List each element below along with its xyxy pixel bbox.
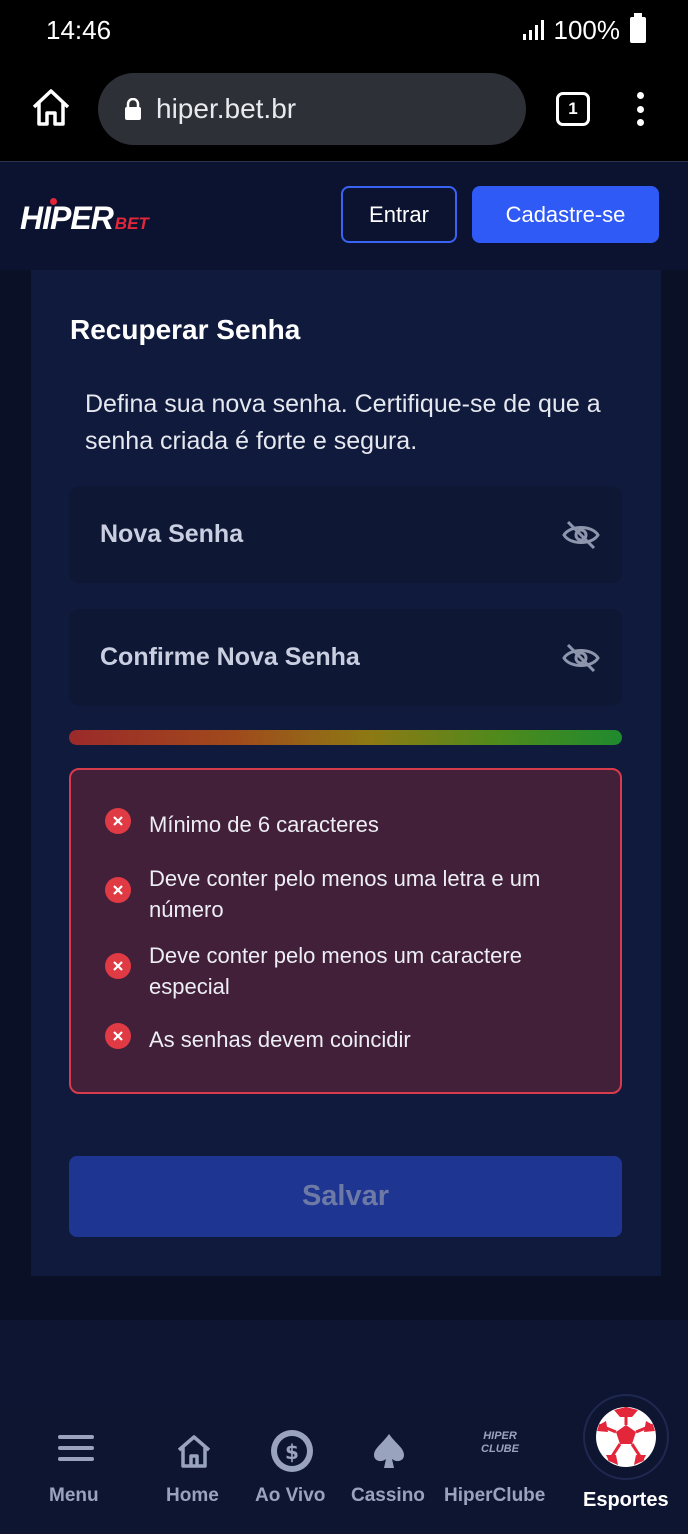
- login-button[interactable]: Entrar: [341, 186, 457, 243]
- lock-icon: [125, 98, 141, 120]
- new-password-placeholder: Nova Senha: [100, 520, 244, 548]
- hiperbet-logo[interactable]: HIPER BET: [20, 198, 149, 237]
- hamburger-icon: [58, 1435, 94, 1461]
- page-description: Defina sua nova senha. Certifique-se de …: [85, 390, 601, 455]
- live-coin-icon: $: [271, 1430, 313, 1472]
- nav-ao-vivo[interactable]: $ Ao Vivo: [253, 1410, 333, 1534]
- save-button[interactable]: Salvar: [69, 1156, 622, 1237]
- error-x-icon: [105, 1023, 131, 1049]
- confirm-password-field[interactable]: Confirme Nova Senha: [69, 609, 622, 706]
- signup-button[interactable]: Cadastre-se: [472, 186, 659, 243]
- nav-cassino[interactable]: Cassino: [350, 1410, 430, 1534]
- new-password-field[interactable]: Nova Senha: [69, 486, 622, 583]
- nav-hiperclube[interactable]: HIPER CLUBE HiperClube: [443, 1410, 555, 1534]
- browser-toolbar: hiper.bet.br 1: [0, 60, 688, 161]
- url-text: hiper.bet.br: [156, 93, 297, 124]
- rule-item: As senhas devem coincidir: [149, 1027, 411, 1052]
- eye-slash-icon[interactable]: [562, 642, 600, 674]
- signal-icon: [522, 20, 544, 40]
- status-time: 14:46: [46, 14, 112, 45]
- error-x-icon: [105, 953, 131, 979]
- eye-slash-icon[interactable]: [562, 519, 600, 551]
- soccer-ball-icon: [596, 1407, 656, 1467]
- rule-item: Deve conter pelo menos uma letra e um nú…: [149, 866, 541, 922]
- hiperclube-icon: HIPER CLUBE: [481, 1430, 519, 1455]
- spade-icon: [374, 1434, 404, 1468]
- nav-menu[interactable]: Menu: [36, 1410, 116, 1534]
- nav-esportes-label: Esportes: [583, 1489, 669, 1511]
- page-title: Recuperar Senha: [70, 314, 301, 345]
- footer-area: [0, 1320, 688, 1410]
- nav-home[interactable]: Home: [160, 1410, 230, 1534]
- browser-home-icon[interactable]: [30, 86, 72, 128]
- password-rules-box: Mínimo de 6 caracteres Deve conter pelo …: [69, 768, 622, 1094]
- error-x-icon: [105, 808, 131, 834]
- error-x-icon: [105, 877, 131, 903]
- home-icon: [177, 1435, 211, 1468]
- confirm-password-placeholder: Confirme Nova Senha: [100, 643, 360, 671]
- url-bar[interactable]: hiper.bet.br: [98, 73, 526, 145]
- svg-text:$: $: [285, 1440, 299, 1464]
- rule-item: Deve conter pelo menos um caractere espe…: [149, 943, 522, 999]
- site-header: HIPER BET Entrar Cadastre-se: [0, 162, 688, 270]
- status-bar: 14:46 100%: [0, 0, 688, 60]
- rule-item: Mínimo de 6 caracteres: [149, 812, 379, 837]
- battery-percent: 100%: [553, 14, 621, 45]
- tab-switcher-button[interactable]: 1: [556, 92, 590, 126]
- battery-icon: [630, 13, 646, 43]
- browser-menu-icon[interactable]: [635, 92, 645, 126]
- nav-esportes[interactable]: [583, 1394, 669, 1480]
- password-strength-bar: [69, 730, 622, 745]
